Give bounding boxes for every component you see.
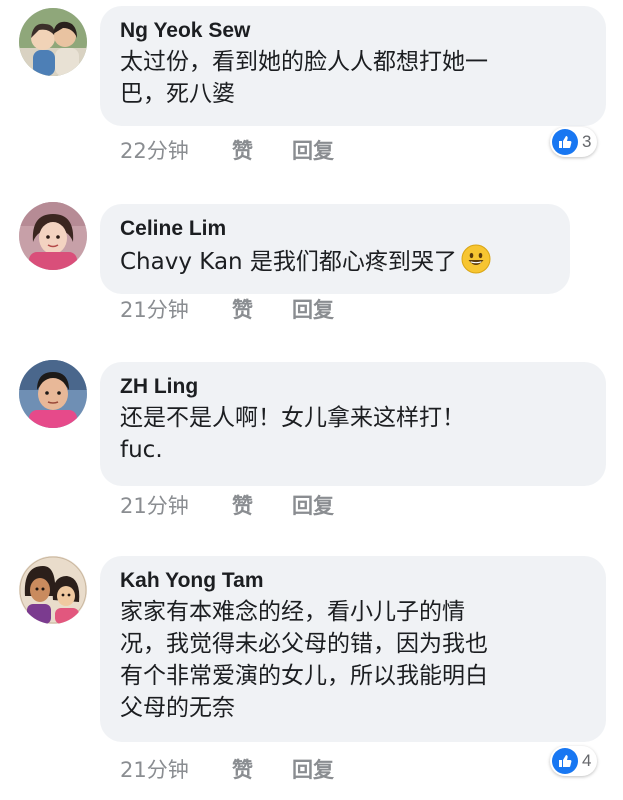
comment-text: 家家有本难念的经，看小儿子的情 况，我觉得未必父母的错，因为我也 有个非常爱演的… bbox=[120, 599, 488, 721]
like-icon bbox=[552, 748, 578, 774]
reply-button[interactable]: 回复 bbox=[292, 754, 334, 784]
avatar[interactable] bbox=[19, 8, 87, 76]
comment-time[interactable]: 21分钟 bbox=[120, 490, 232, 520]
comment-bubble: Celine Lim Chavy Kan 是我们都心疼到哭了 bbox=[100, 204, 570, 294]
comment-actions: 21分钟 赞 回复 bbox=[120, 294, 334, 324]
comment-text-body: Chavy Kan 是我们都心疼到哭了 bbox=[120, 249, 457, 275]
like-button[interactable]: 赞 bbox=[232, 490, 292, 520]
comment-time[interactable]: 21分钟 bbox=[120, 754, 232, 784]
like-button[interactable]: 赞 bbox=[232, 135, 292, 165]
comment-actions: 21分钟 赞 回复 bbox=[120, 490, 334, 520]
like-button[interactable]: 赞 bbox=[232, 294, 292, 324]
comment-text: Chavy Kan 是我们都心疼到哭了 bbox=[120, 244, 550, 278]
comment-author[interactable]: ZH Ling bbox=[120, 374, 586, 400]
comment-time[interactable]: 22分钟 bbox=[120, 135, 232, 165]
smiley-face-icon bbox=[461, 244, 491, 274]
comment-text: 太过份，看到她的脸人人都想打她一 巴，死八婆 bbox=[120, 49, 488, 107]
reply-button[interactable]: 回复 bbox=[292, 135, 334, 165]
comment-actions: 21分钟 赞 回复 bbox=[120, 754, 334, 784]
comment-author[interactable]: Celine Lim bbox=[120, 216, 550, 242]
reaction-count: 3 bbox=[582, 132, 592, 151]
reply-button[interactable]: 回复 bbox=[292, 490, 334, 520]
comment-author[interactable]: Kah Yong Tam bbox=[120, 568, 586, 594]
comment-text: 还是不是人啊！女儿拿来这样打！ fuc. bbox=[120, 405, 465, 463]
avatar[interactable] bbox=[19, 556, 87, 624]
avatar[interactable] bbox=[19, 360, 87, 428]
reaction-count-badge[interactable]: 3 bbox=[550, 127, 598, 157]
avatar[interactable] bbox=[19, 202, 87, 270]
reaction-count-badge[interactable]: 4 bbox=[550, 746, 598, 776]
reaction-count: 4 bbox=[582, 751, 592, 770]
comment-bubble: ZH Ling 还是不是人啊！女儿拿来这样打！ fuc. bbox=[100, 362, 606, 486]
comment-bubble: Ng Yeok Sew 太过份，看到她的脸人人都想打她一 巴，死八婆 bbox=[100, 6, 606, 126]
reply-button[interactable]: 回复 bbox=[292, 294, 334, 324]
comment-time[interactable]: 21分钟 bbox=[120, 294, 232, 324]
comment-bubble: Kah Yong Tam 家家有本难念的经，看小儿子的情 况，我觉得未必父母的错… bbox=[100, 556, 606, 742]
like-button[interactable]: 赞 bbox=[232, 754, 292, 784]
comment-author[interactable]: Ng Yeok Sew bbox=[120, 18, 586, 44]
comment-actions: 22分钟 赞 回复 bbox=[120, 135, 334, 165]
like-icon bbox=[552, 129, 578, 155]
